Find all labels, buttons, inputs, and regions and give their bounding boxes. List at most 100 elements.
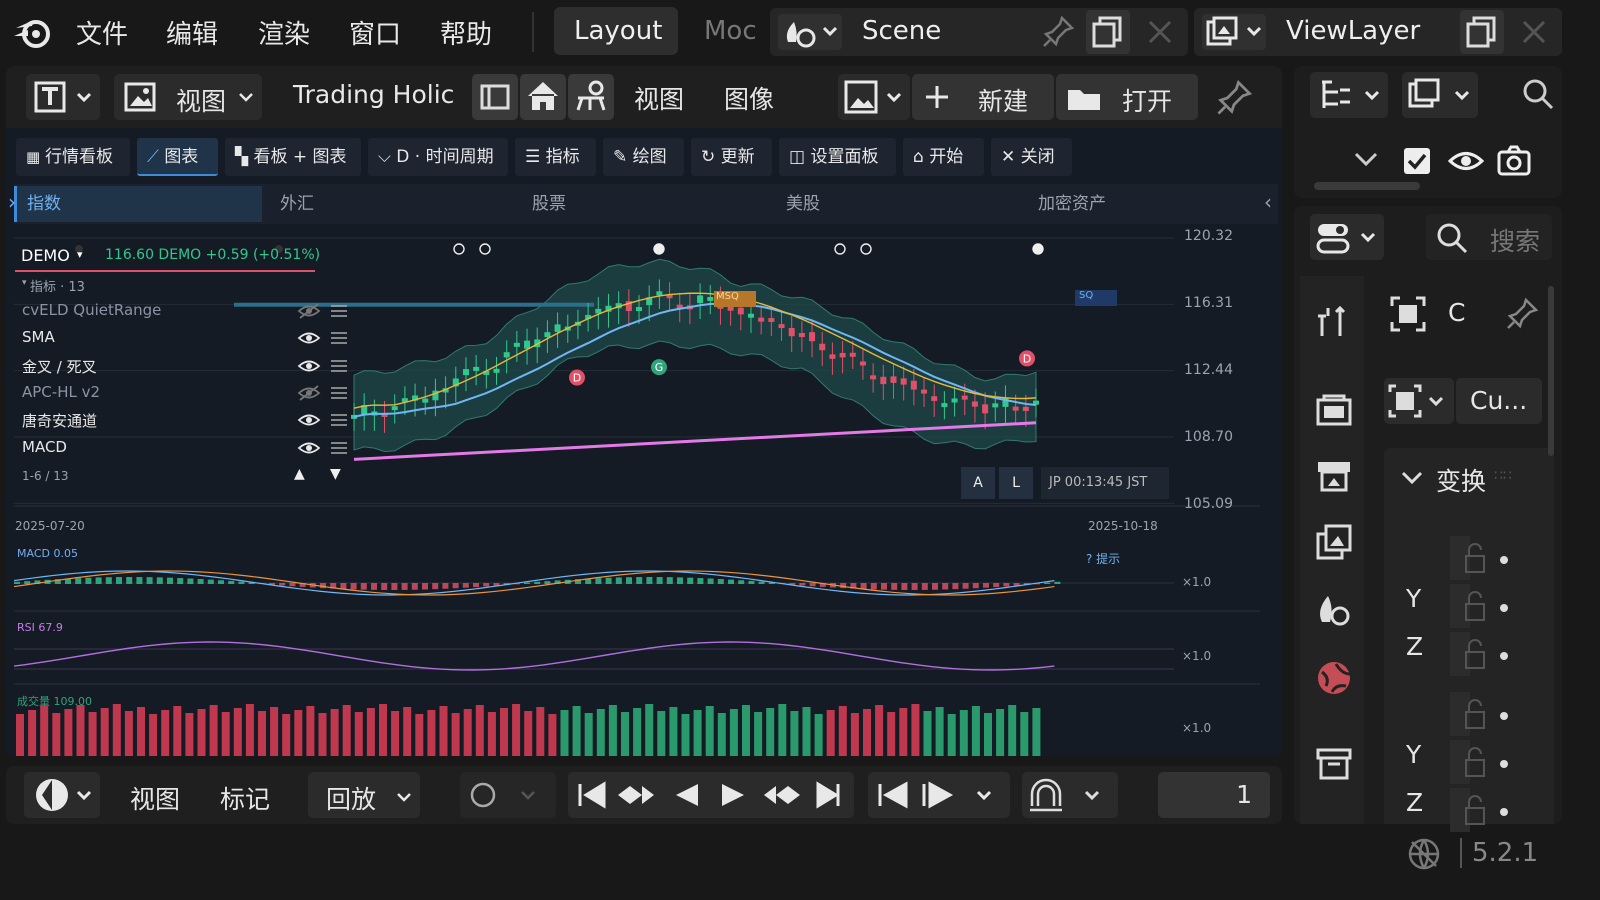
arrow-up-icon[interactable]: ▲ — [294, 466, 305, 482]
timeline-type-button[interactable] — [24, 772, 100, 818]
hint-link[interactable]: ? 提示 — [1086, 550, 1120, 567]
scale-log-button[interactable]: L — [999, 467, 1033, 499]
home-icon[interactable] — [520, 74, 566, 120]
image-menu[interactable]: 图像 — [724, 80, 774, 116]
board-button[interactable]: ▦ 行情看板 — [16, 138, 130, 176]
indicator-row[interactable]: cvELD QuietRange — [22, 301, 161, 319]
board-chart-button[interactable]: ▚ 看板 + 图表 — [225, 138, 361, 176]
pin-icon[interactable] — [1504, 296, 1540, 336]
eye-icon[interactable] — [297, 357, 321, 375]
indicator-button[interactable]: ☰ 指标 — [515, 138, 596, 176]
drag-handle-icon[interactable] — [330, 440, 348, 456]
drag-handle-icon[interactable] — [330, 385, 348, 401]
view-menu[interactable]: 视图 — [634, 80, 684, 116]
tab-layout[interactable]: Layout — [554, 7, 678, 55]
category-index[interactable]: 指数 — [14, 186, 262, 222]
start-button[interactable]: ⌂ 开始 — [903, 138, 984, 176]
render-tab-icon[interactable] — [1314, 390, 1354, 434]
camera-name-field[interactable]: Cu... — [1456, 378, 1542, 424]
checkbox-icon[interactable] — [1404, 148, 1430, 174]
close-chart-button[interactable]: ✕ 关闭 — [991, 138, 1072, 176]
lock-icon[interactable] — [1448, 536, 1518, 584]
output-tab-icon[interactable] — [1314, 456, 1354, 500]
data-block-button[interactable] — [1384, 378, 1454, 424]
drag-handle-icon[interactable] — [330, 412, 348, 428]
view-menu-button[interactable]: 视图 — [114, 74, 262, 120]
timeline-view-menu[interactable]: 视图 — [130, 780, 180, 816]
new-viewlayer-icon[interactable] — [1460, 10, 1504, 54]
menu-render[interactable]: 渲染 — [258, 14, 310, 51]
chevron-down-icon[interactable] — [1400, 468, 1424, 492]
indicator-row[interactable]: SMA — [22, 328, 55, 346]
arrow-down-icon[interactable]: ▼ — [330, 466, 341, 482]
drag-handle-icon[interactable]: ∷∷ — [1494, 468, 1512, 484]
editor-type-button[interactable] — [26, 74, 100, 120]
keying-button[interactable] — [460, 772, 556, 818]
new-scene-icon[interactable] — [1086, 10, 1130, 54]
close-icon[interactable] — [1516, 14, 1552, 50]
world-tab-icon[interactable] — [1314, 658, 1354, 702]
auto-keying-button[interactable] — [1022, 772, 1118, 818]
lock-icon[interactable] — [1448, 692, 1518, 740]
display-mode-button[interactable] — [1402, 72, 1478, 118]
drag-handle-icon[interactable] — [330, 330, 348, 346]
chevron-down-icon[interactable] — [1352, 148, 1380, 172]
eye-off-icon[interactable] — [297, 302, 321, 320]
indicator-row[interactable]: APC-HL v2 — [22, 383, 100, 401]
drag-handle-icon[interactable] — [330, 358, 348, 374]
scene-selector[interactable]: Scene — [770, 8, 1188, 56]
current-frame-field[interactable]: 1 — [1158, 772, 1270, 818]
scene-tab-icon[interactable] — [1314, 590, 1354, 634]
lock-icon[interactable] — [1448, 788, 1518, 836]
eye-icon[interactable] — [297, 411, 321, 429]
collection-tab-icon[interactable] — [1314, 744, 1354, 788]
scene-name[interactable]: Scene — [862, 16, 941, 46]
eye-icon[interactable] — [297, 329, 321, 347]
draw-button[interactable]: ✎ 绘图 — [603, 138, 684, 176]
image-browse-button[interactable] — [838, 74, 910, 120]
menu-help[interactable]: 帮助 — [440, 14, 492, 51]
viewlayer-icon[interactable] — [1202, 14, 1266, 50]
category-crypto[interactable]: 加密资产 — [1022, 186, 1262, 222]
blender-logo-icon[interactable] — [12, 14, 56, 50]
settings-panel-button[interactable]: ◫ 设置面板 — [779, 138, 896, 176]
camera-icon[interactable] — [1496, 144, 1532, 176]
eye-icon[interactable] — [297, 439, 321, 457]
open-image-button[interactable]: 打开 — [1056, 74, 1198, 120]
outliner-type-button[interactable] — [1310, 72, 1388, 118]
indicator-row[interactable]: 金叉 / 死叉 — [22, 356, 97, 377]
sidebar-toggle-button[interactable] — [472, 74, 518, 120]
lock-icon[interactable] — [1448, 632, 1518, 680]
tool-icon[interactable] — [568, 74, 614, 120]
category-us-stocks[interactable]: 美股 — [770, 186, 1020, 222]
transform-title[interactable]: 变换 — [1436, 462, 1486, 498]
eye-off-icon[interactable] — [297, 384, 321, 402]
view-layer-tab-icon[interactable] — [1314, 522, 1354, 566]
scrollbar[interactable] — [1314, 182, 1420, 190]
category-stocks[interactable]: 股票 — [516, 186, 766, 222]
rsi-scale[interactable]: ×1.0 — [1182, 649, 1211, 663]
search-icon[interactable] — [1520, 76, 1556, 112]
indicator-row[interactable]: MACD — [22, 438, 67, 456]
menu-file[interactable]: 文件 — [76, 14, 128, 51]
chevron-right-icon[interactable]: › — [8, 190, 16, 214]
lock-icon[interactable] — [1448, 584, 1518, 632]
properties-type-button[interactable] — [1310, 214, 1384, 260]
new-image-button[interactable]: 新建 — [912, 74, 1054, 120]
tool-tab-icon[interactable] — [1314, 302, 1354, 346]
volume-scale[interactable]: ×1.0 — [1182, 721, 1211, 735]
chevron-down-icon[interactable]: ▾ — [77, 248, 83, 261]
menu-edit[interactable]: 编辑 — [166, 14, 218, 51]
drag-handle-icon[interactable] — [330, 303, 348, 319]
network-icon[interactable] — [1406, 836, 1442, 876]
eye-icon[interactable] — [1447, 146, 1485, 176]
chevron-left-icon[interactable]: ‹ — [1264, 190, 1272, 214]
viewlayer-selector[interactable]: ViewLayer — [1194, 8, 1562, 56]
playback-menu[interactable]: 回放 — [308, 772, 420, 818]
pin-icon[interactable] — [1040, 14, 1076, 50]
timeline-marker-menu[interactable]: 标记 — [220, 780, 270, 816]
scrollbar[interactable] — [1548, 286, 1554, 456]
viewlayer-name[interactable]: ViewLayer — [1286, 16, 1420, 46]
refresh-button[interactable]: ↻ 更新 — [691, 138, 772, 176]
object-name[interactable]: C — [1448, 298, 1465, 327]
